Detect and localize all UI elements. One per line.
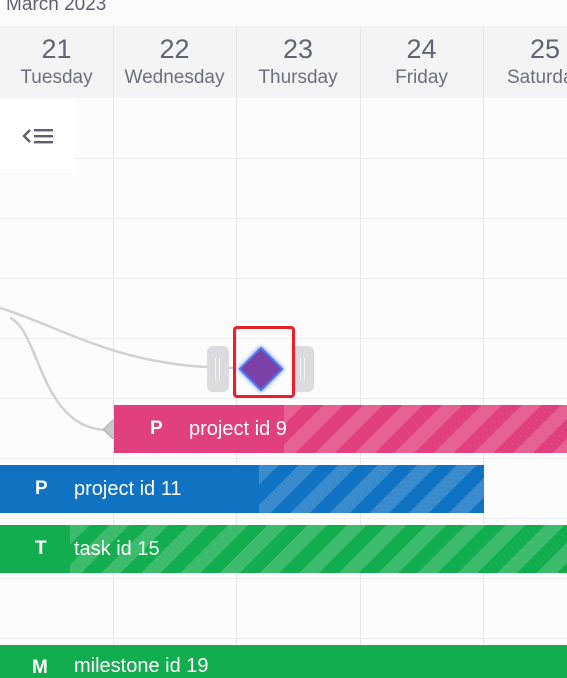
- gantt-bar-project-11[interactable]: P project id 11: [0, 465, 484, 513]
- bar-label: project id 9: [189, 417, 287, 440]
- bar-label: project id 11: [74, 477, 182, 500]
- gantt-bar-project-9[interactable]: P project id 9: [114, 405, 567, 453]
- grip-line: [300, 358, 301, 380]
- grip-line: [219, 358, 220, 380]
- progress-stripe: [284, 405, 567, 453]
- type-badge: P: [35, 478, 48, 499]
- dependency-link: [9, 316, 109, 432]
- bar-label: milestone id 19: [74, 655, 209, 677]
- bar-label: task id 15: [74, 537, 160, 560]
- selection-highlight: [233, 326, 295, 398]
- gantt-bar-milestone-19[interactable]: M milestone id 19: [0, 645, 567, 678]
- grip-line: [304, 358, 305, 380]
- gantt-bar-task-15[interactable]: T task id 15: [0, 525, 567, 573]
- type-badge: P: [150, 418, 163, 439]
- resize-handle-right[interactable]: [292, 346, 314, 392]
- type-badge: T: [35, 538, 47, 559]
- grip-line: [215, 358, 216, 380]
- type-badge: M: [32, 657, 48, 678]
- progress-stripe: [259, 465, 484, 513]
- resize-handle-left[interactable]: [207, 346, 229, 392]
